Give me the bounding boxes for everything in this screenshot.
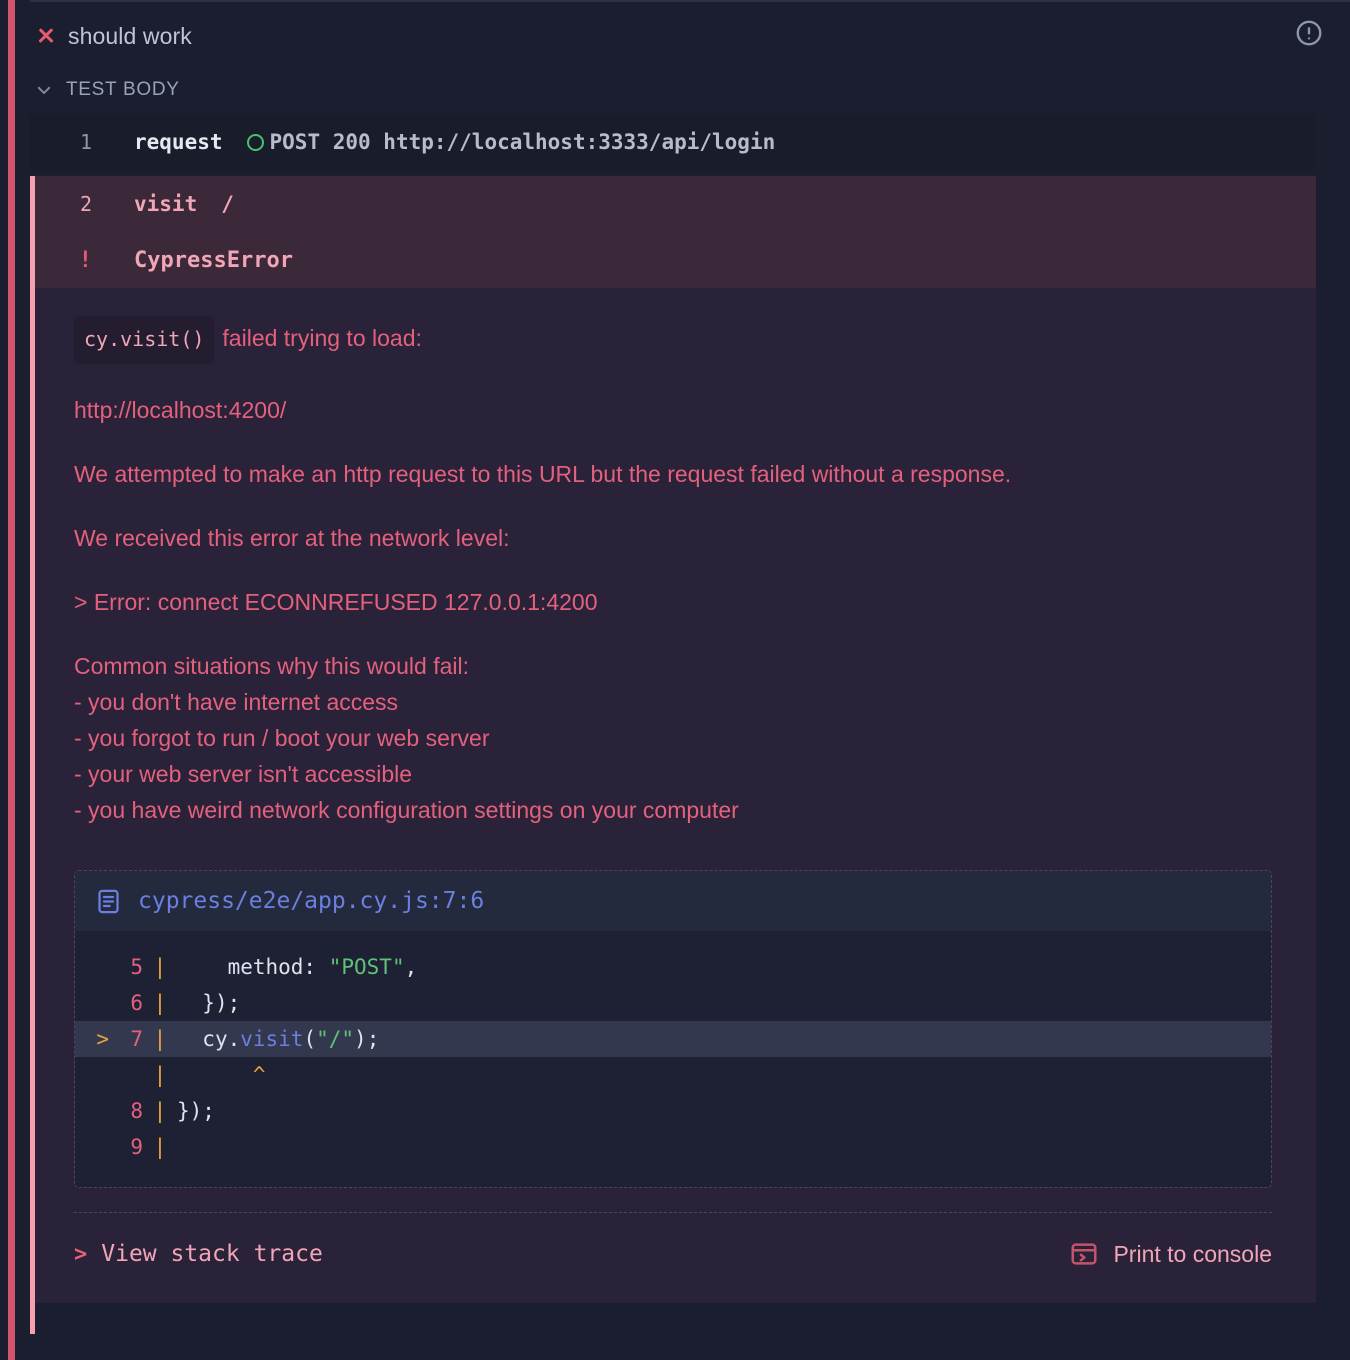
error-bullet: - your web server isn't accessible: [74, 761, 413, 787]
error-header-row: ! CypressError: [30, 232, 1316, 288]
code-line-text: });: [177, 1099, 215, 1123]
code-line: 5 | method: "POST",: [75, 949, 1271, 985]
chevron-right-icon: >: [74, 1241, 88, 1267]
view-stack-trace-label: View stack trace: [101, 1241, 323, 1267]
top-divider: [30, 0, 1350, 2]
chevron-down-icon: [35, 81, 53, 99]
alert-circle-icon[interactable]: [1294, 18, 1324, 48]
code-line-caret: | ^: [75, 1057, 1271, 1093]
test-body-label: TEST BODY: [66, 79, 180, 100]
error-url: http://localhost:4200/: [74, 397, 287, 423]
command-number: 2: [79, 192, 92, 216]
code-line-pipe: |: [153, 1135, 167, 1159]
error-kind-label: CypressError: [134, 247, 293, 273]
error-bullet: - you don't have internet access: [74, 689, 399, 715]
error-body: cy.visit() failed trying to load: http://…: [30, 288, 1316, 1303]
code-line: 8 | });: [75, 1093, 1271, 1129]
error-paragraph-2: We received this error at the network le…: [74, 525, 510, 551]
code-frame-lines: 5 | method: "POST", 6 | }); > 7 | cy.vis…: [75, 931, 1271, 1187]
error-marker: !: [78, 247, 92, 273]
command-message-wrap: POST 200 http://localhost:3333/api/login: [246, 130, 776, 154]
error-network-line: > Error: connect ECONNREFUSED 127.0.0.1:…: [74, 589, 598, 615]
error-footer: > View stack trace Print to console: [74, 1212, 1272, 1273]
test-error-panel: should work TEST BODY 1 request POST 200…: [0, 0, 1350, 1360]
code-frame-path[interactable]: cypress/e2e/app.cy.js:7:6: [138, 888, 484, 914]
x-icon: [36, 26, 56, 46]
command-row-visit[interactable]: 2 visit /: [30, 176, 1316, 232]
code-line: 9 |: [75, 1129, 1271, 1165]
print-to-console-button[interactable]: Print to console: [1069, 1239, 1272, 1269]
command-message-wrap: /: [221, 192, 234, 216]
code-frame: cypress/e2e/app.cy.js:7:6 5 | method: "P…: [74, 870, 1272, 1188]
view-stack-trace-button[interactable]: > View stack trace: [74, 1241, 323, 1267]
error-message-text: cy.visit() failed trying to load: http://…: [30, 316, 1316, 828]
test-title-row[interactable]: should work: [30, 14, 1350, 58]
code-line-number: 5: [130, 955, 143, 979]
code-line-text: ^: [252, 1063, 266, 1087]
code-line-marker: >: [96, 1027, 109, 1051]
code-line-pipe: |: [153, 1027, 167, 1051]
code-line-pipe: |: [153, 955, 167, 979]
code-line: 6 | });: [75, 985, 1271, 1021]
test-body-toggle[interactable]: TEST BODY: [30, 72, 180, 108]
code-frame-header[interactable]: cypress/e2e/app.cy.js:7:6: [75, 871, 1271, 931]
failed-suite-indicator-bar: [8, 0, 15, 1360]
print-to-console-label: Print to console: [1113, 1240, 1272, 1267]
error-headline: cy.visit() failed trying to load:: [74, 316, 1272, 364]
command-number: 1: [79, 130, 92, 154]
error-paragraph-1: We attempted to make an http request to …: [74, 461, 1012, 487]
code-line-text: method: "POST",: [227, 955, 418, 979]
code-line-number: 9: [130, 1135, 143, 1159]
code-line-text: cy.visit("/");: [202, 1027, 380, 1051]
command-row-request[interactable]: 1 request POST 200 http://localhost:3333…: [30, 114, 1316, 170]
command-message: POST 200 http://localhost:3333/api/login: [269, 130, 776, 154]
code-line-number: 8: [130, 1099, 143, 1123]
code-line-pipe: |: [153, 1063, 167, 1087]
error-bullet-block: Common situations why this would fail: -…: [74, 648, 1272, 828]
code-line-number: 7: [130, 1027, 143, 1051]
file-document-icon: [95, 888, 122, 915]
error-bullet: - you forgot to run / boot your web serv…: [74, 725, 490, 751]
error-bullets-title: Common situations why this would fail:: [74, 653, 469, 679]
error-command-chip: cy.visit(): [74, 316, 215, 364]
error-bullet: - you have weird network configuration s…: [74, 797, 739, 823]
command-list: 1 request POST 200 http://localhost:3333…: [30, 114, 1316, 232]
command-name: visit: [134, 192, 198, 216]
command-message: /: [221, 192, 234, 216]
code-line-number: 6: [130, 991, 143, 1015]
code-line-highlighted: > 7 | cy.visit("/");: [75, 1021, 1271, 1057]
status-circle-icon: [246, 133, 264, 151]
command-name: request: [134, 130, 223, 154]
code-line-pipe: |: [153, 1099, 167, 1123]
page-title: should work: [68, 22, 192, 49]
console-window-icon: [1069, 1239, 1099, 1269]
error-panel: ! CypressError cy.visit() failed trying t…: [30, 232, 1316, 1334]
code-line-text: });: [202, 991, 241, 1015]
code-line-pipe: |: [153, 991, 167, 1015]
error-headline-rest: failed trying to load:: [222, 325, 422, 351]
